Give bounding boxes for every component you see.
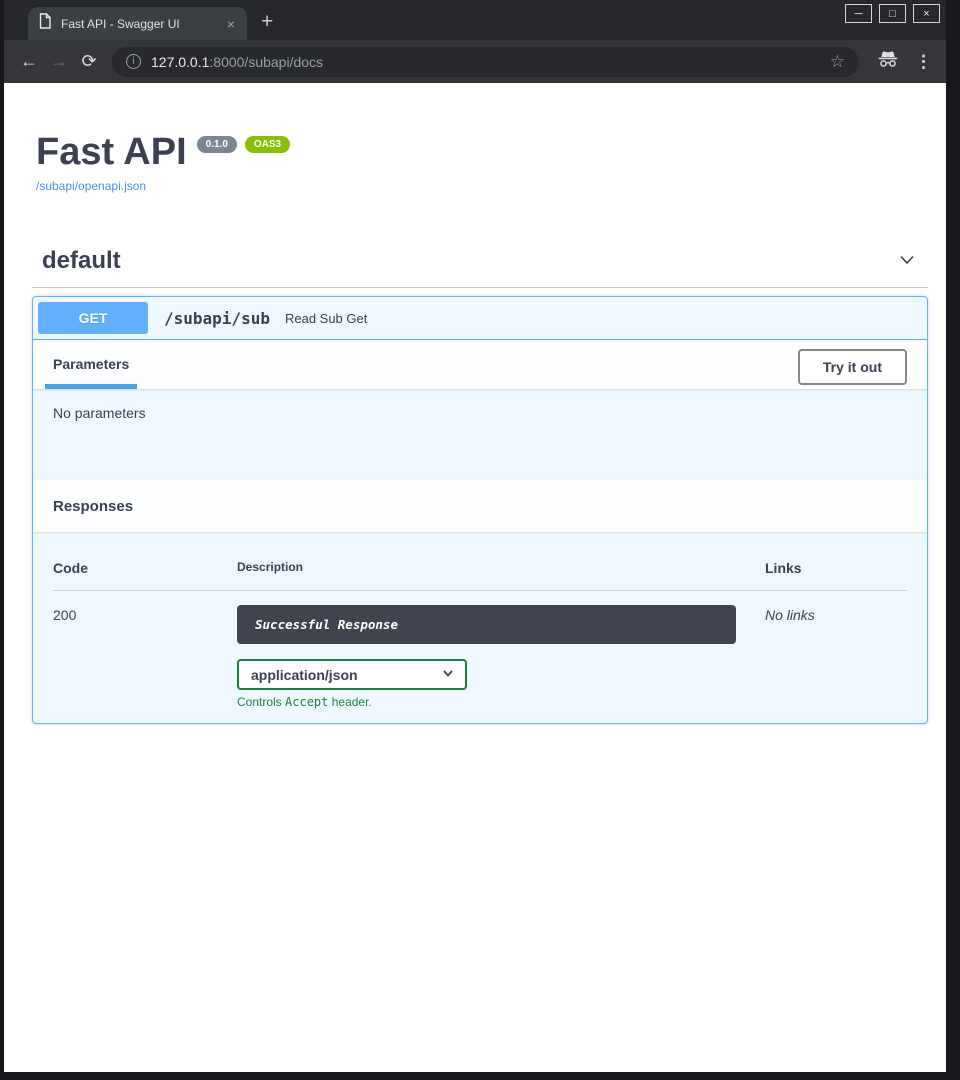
operation-path: /subapi/sub [164,309,270,328]
swagger-page: Fast API 0.1.0 OAS3 /subapi/openapi.json… [4,83,946,1072]
tag-section-header[interactable]: default [32,247,928,288]
browser-tab[interactable]: Fast API - Swagger UI × [28,7,247,40]
media-type-select[interactable]: application/json [237,659,467,690]
incognito-icon [877,50,899,73]
parameters-header: Parameters Try it out [33,340,927,389]
response-description-cell: Successful Response application/json Con… [237,605,765,709]
col-code: Code [53,560,237,576]
responses-title: Responses [53,498,133,515]
browser-toolbar: ← → ⟳ i 127.0.0.1 :8000/subapi/docs ☆ ⋮ [4,40,946,83]
tag-name: default [42,247,121,275]
responses-table: Code Description Links 200 Successful Re… [33,532,927,723]
tab-title: Fast API - Swagger UI [61,17,216,31]
tab-parameters[interactable]: Parameters [53,356,129,372]
new-tab-button[interactable]: + [261,11,273,32]
operation-summary[interactable]: GET /subapi/sub Read Sub Get [33,297,927,340]
browser-window: Fast API - Swagger UI × + ─ □ × ← → ⟳ i … [4,0,946,1072]
window-controls: ─ □ × [845,4,940,23]
responses-header: Responses [33,480,927,532]
api-info: Fast API 0.1.0 OAS3 /subapi/openapi.json [32,133,928,195]
accept-header-code: Accept [285,695,328,709]
version-badge: 0.1.0 [197,136,237,153]
reload-icon[interactable]: ⟳ [74,51,104,72]
tab-close-icon[interactable]: × [225,17,237,31]
site-info-icon[interactable]: i [126,54,141,69]
close-button[interactable]: × [913,4,940,23]
tab-bar: Fast API - Swagger UI × + ─ □ × [4,0,946,40]
operation-summary-text: Read Sub Get [285,311,367,326]
url-host: 127.0.0.1 [151,54,209,70]
chevron-down-icon[interactable] [896,248,918,275]
select-chevron-down-icon [441,666,455,683]
back-icon[interactable]: ← [14,51,44,72]
url-bar[interactable]: i 127.0.0.1 :8000/subapi/docs ☆ [112,47,859,77]
col-links: Links [765,560,907,576]
media-type-value: application/json [251,667,358,683]
openapi-spec-link[interactable]: /subapi/openapi.json [36,179,146,193]
opblock-get-subapi-sub: GET /subapi/sub Read Sub Get Parameters … [32,296,928,724]
api-title: Fast API [36,133,187,171]
controls-accept-note: Controls Accept header. [237,695,765,709]
bookmark-star-icon[interactable]: ☆ [830,52,845,72]
active-tab-underline [45,384,137,389]
responses-table-header: Code Description Links [53,560,907,591]
try-it-out-button[interactable]: Try it out [798,349,907,385]
forward-icon[interactable]: → [44,51,74,72]
no-parameters-text: No parameters [33,389,927,480]
response-row-200: 200 Successful Response application/json… [53,591,907,709]
api-badges: 0.1.0 OAS3 [197,136,290,153]
url-path: :8000/subapi/docs [209,54,323,70]
page-favicon-icon [38,13,52,34]
response-code: 200 [53,605,237,709]
http-method-badge: GET [38,302,148,334]
maximize-button[interactable]: □ [879,4,906,23]
browser-menu-icon[interactable]: ⋮ [915,52,932,72]
minimize-button[interactable]: ─ [845,4,872,23]
oas-badge: OAS3 [245,136,290,153]
response-description: Successful Response [237,605,736,644]
response-links: No links [765,605,907,709]
col-description: Description [237,560,765,576]
